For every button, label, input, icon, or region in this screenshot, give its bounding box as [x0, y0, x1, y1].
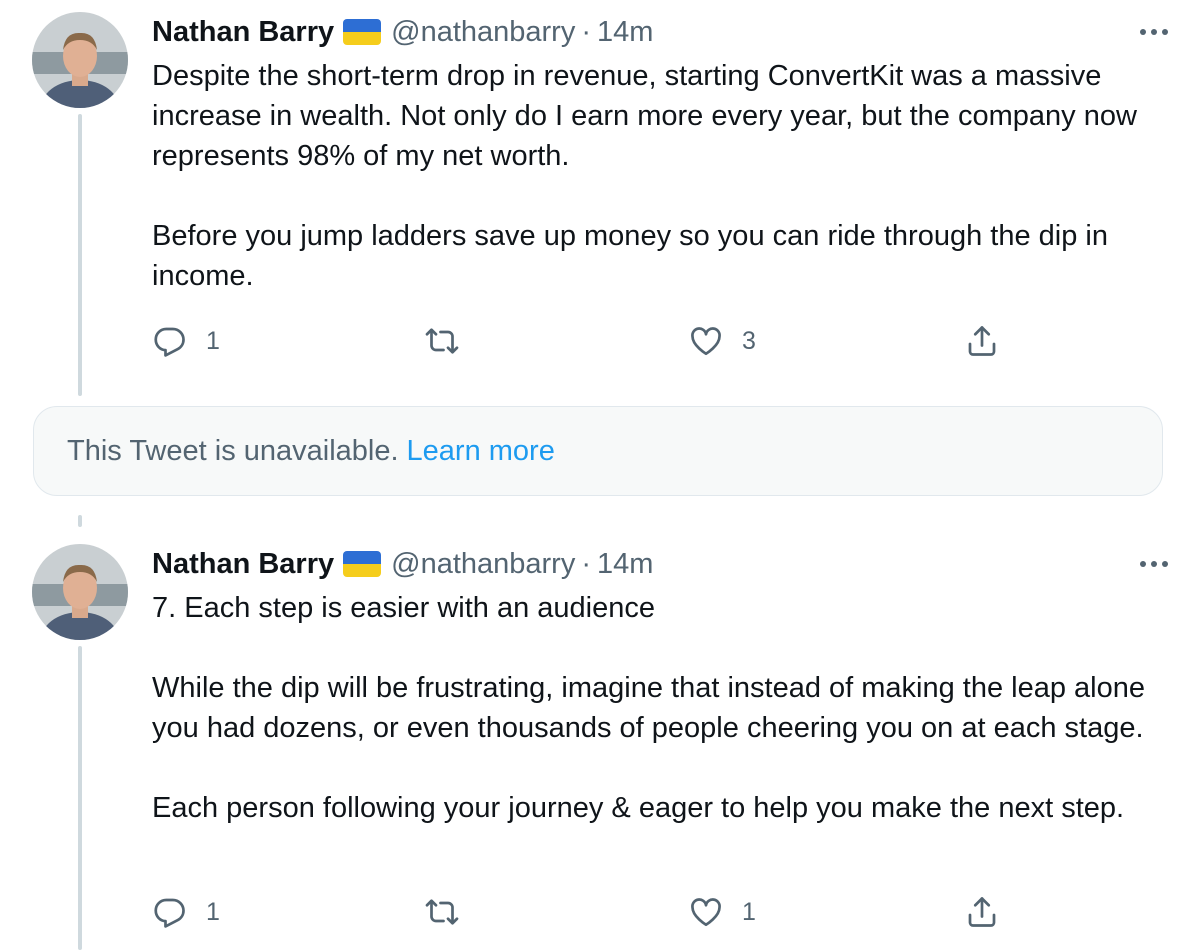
reply-count: 1 — [206, 897, 220, 926]
unavailable-tweet-notice: This Tweet is unavailable. Learn more — [33, 406, 1163, 496]
unavailable-message: This Tweet is unavailable. — [67, 434, 399, 467]
tweet[interactable]: Nathan Barry @nathanbarry · 14m Despite … — [0, 0, 1192, 400]
retweet-icon — [425, 899, 459, 925]
retweet-icon — [425, 328, 459, 354]
tweet-header: Nathan Barry @nathanbarry · 14m — [152, 546, 653, 582]
more-options-icon[interactable] — [1140, 29, 1168, 35]
retweet-button[interactable] — [424, 319, 460, 363]
author-name[interactable]: Nathan Barry — [152, 548, 334, 581]
ukraine-flag-icon — [343, 551, 382, 577]
reply-icon — [154, 898, 185, 928]
heart-icon — [691, 327, 721, 356]
more-options-icon[interactable] — [1140, 561, 1168, 567]
tweet-actions: 1 3 — [152, 319, 1012, 363]
tweet-actions: 1 1 — [152, 890, 1012, 934]
separator-dot: · — [581, 547, 592, 580]
like-button[interactable]: 3 — [688, 319, 756, 363]
tweet-timestamp[interactable]: 14m — [597, 16, 653, 49]
tweet-timestamp[interactable]: 14m — [597, 548, 653, 581]
reply-button[interactable]: 1 — [152, 319, 220, 363]
retweet-button[interactable] — [424, 890, 460, 934]
tweet-header: Nathan Barry @nathanbarry · 14m — [152, 14, 653, 50]
reply-icon — [154, 327, 185, 357]
share-icon — [968, 326, 996, 356]
reply-button[interactable]: 1 — [152, 890, 220, 934]
author-name[interactable]: Nathan Barry — [152, 16, 334, 49]
like-count: 1 — [742, 897, 756, 926]
ukraine-flag-icon — [343, 19, 382, 45]
tweet-text: Despite the short-term drop in revenue, … — [152, 60, 1137, 292]
learn-more-link[interactable]: Learn more — [407, 435, 555, 468]
like-count: 3 — [742, 326, 756, 355]
tweet[interactable]: Nathan Barry @nathanbarry · 14m 7. Each … — [0, 532, 1192, 950]
like-button[interactable]: 1 — [688, 890, 756, 934]
share-button[interactable] — [964, 890, 1000, 934]
thread-line — [78, 515, 82, 527]
author-handle[interactable]: @nathanbarry — [391, 548, 575, 581]
author-handle[interactable]: @nathanbarry — [391, 16, 575, 49]
separator-dot: · — [581, 15, 592, 48]
share-icon — [968, 897, 996, 927]
share-button[interactable] — [964, 319, 1000, 363]
reply-count: 1 — [206, 326, 220, 355]
tweet-text: 7. Each step is easier with an audience … — [152, 592, 1146, 824]
heart-icon — [691, 898, 721, 927]
avatar[interactable] — [32, 544, 128, 640]
avatar[interactable] — [32, 12, 128, 108]
